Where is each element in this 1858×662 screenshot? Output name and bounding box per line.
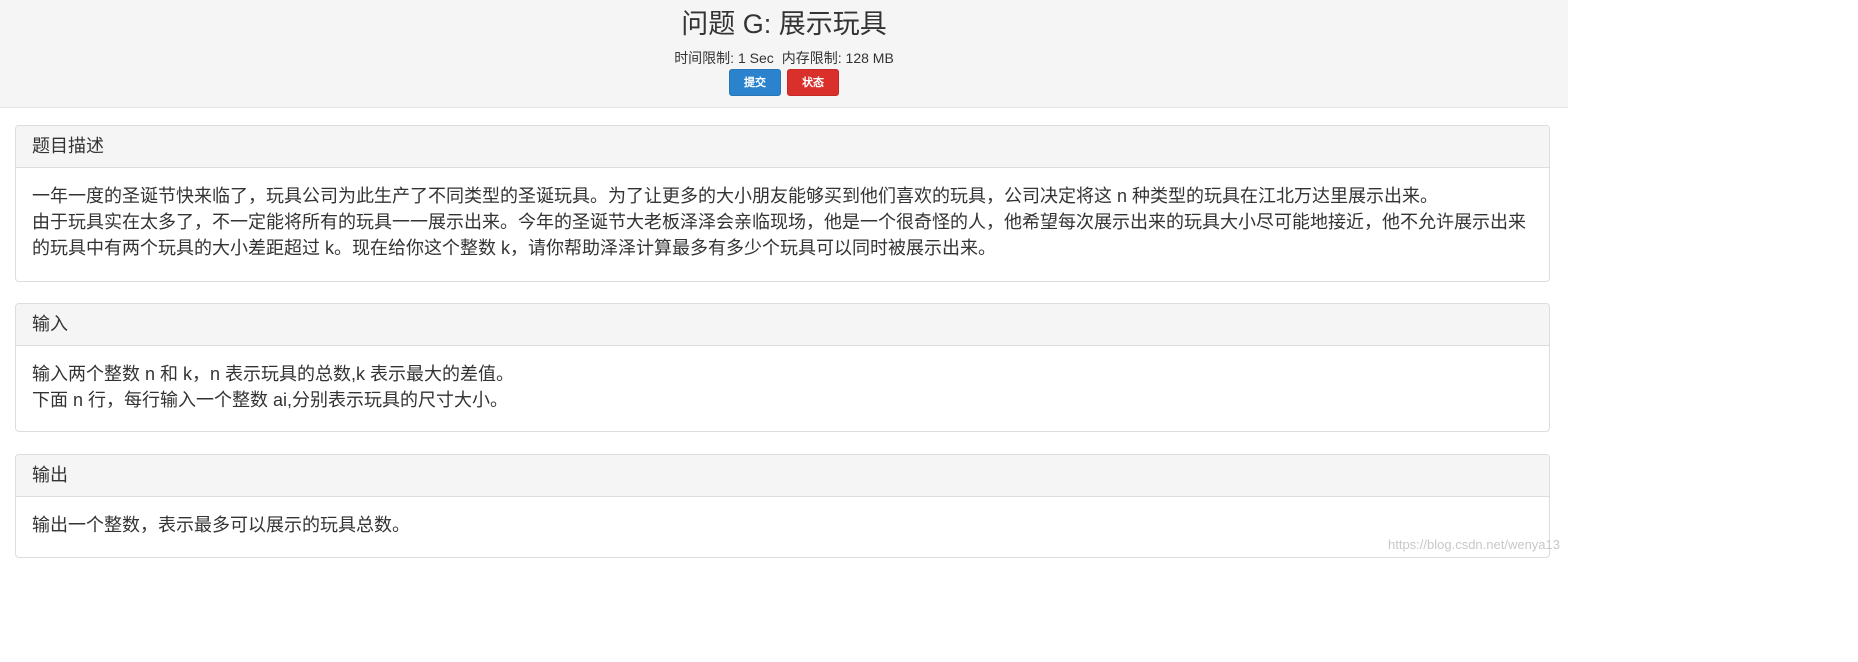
action-buttons: 提交 状态 [0, 69, 1568, 96]
input-line: 输入两个整数 n 和 k，n 表示玩具的总数,k 表示最大的差值。 [32, 364, 515, 384]
problem-header: 问题 G: 展示玩具 时间限制: 1 Sec 内存限制: 128 MB 提交 状态 [0, 0, 1568, 108]
input-body: 输入两个整数 n 和 k，n 表示玩具的总数,k 表示最大的差值。 下面 n 行… [16, 346, 1549, 413]
status-button[interactable]: 状态 [787, 69, 839, 96]
input-line: 下面 n 行，每行输入一个整数 ai,分别表示玩具的尺寸大小。 [32, 390, 509, 410]
output-heading: 输出 [16, 455, 1549, 497]
watermark: https://blog.csdn.net/wenya13 [1387, 537, 1560, 552]
description-body: 一年一度的圣诞节快来临了，玩具公司为此生产了不同类型的圣诞玩具。为了让更多的大小… [16, 168, 1549, 261]
time-limit: 时间限制: 1 Sec [674, 50, 774, 66]
description-panel: 题目描述 一年一度的圣诞节快来临了，玩具公司为此生产了不同类型的圣诞玩具。为了让… [15, 125, 1550, 282]
memory-limit: 内存限制: 128 MB [781, 50, 894, 66]
submit-button[interactable]: 提交 [729, 69, 781, 96]
output-line: 输出一个整数，表示最多可以展示的玩具总数。 [32, 515, 410, 535]
description-heading: 题目描述 [16, 126, 1549, 168]
limits-line: 时间限制: 1 Sec 内存限制: 128 MB [0, 48, 1568, 68]
description-line: 由于玩具实在太多了，不一定能将所有的玩具一一展示出来。今年的圣诞节大老板泽泽会亲… [32, 212, 1526, 258]
output-panel: 输出 输出一个整数，表示最多可以展示的玩具总数。 [15, 454, 1550, 558]
input-heading: 输入 [16, 304, 1549, 346]
input-panel: 输入 输入两个整数 n 和 k，n 表示玩具的总数,k 表示最大的差值。 下面 … [15, 303, 1550, 432]
output-body: 输出一个整数，表示最多可以展示的玩具总数。 [16, 497, 1549, 538]
page-title: 问题 G: 展示玩具 [681, 9, 887, 39]
description-line: 一年一度的圣诞节快来临了，玩具公司为此生产了不同类型的圣诞玩具。为了让更多的大小… [32, 186, 1439, 206]
